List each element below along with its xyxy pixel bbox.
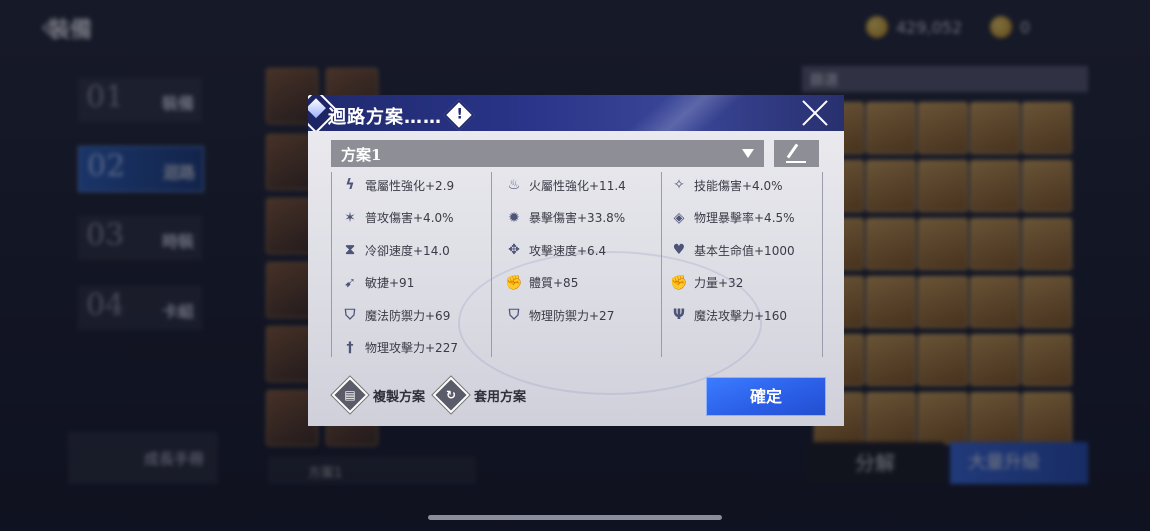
stat-text: 攻擊速度+6.4	[529, 243, 607, 258]
copy-icon: ▤	[331, 376, 369, 414]
magic-attack-icon: Ψ	[673, 307, 685, 323]
stat-text: 技能傷害+4.0%	[694, 178, 783, 193]
stat-item: ⧗ 冷卻速度+14.0	[341, 240, 450, 260]
stat-text: 普攻傷害+4.0%	[365, 211, 454, 225]
stat-item: ✧ 技能傷害+4.0%	[670, 175, 783, 195]
fire-icon: ♨	[507, 177, 521, 193]
copy-plan-label: 複製方案	[373, 389, 426, 405]
stat-item: ✊ 體質+85	[505, 273, 578, 293]
dialog-header: 迴路方案…… !	[308, 95, 844, 131]
stat-item: ⛉ 魔法防禦力+69	[341, 305, 451, 325]
stat-text: 物理攻擊力+227	[365, 341, 458, 355]
plan-select-value: 方案1	[341, 146, 382, 164]
lightning-icon: ϟ	[345, 177, 355, 193]
stat-text: 體質+85	[529, 276, 579, 290]
stat-text: 冷卻速度+14.0	[365, 243, 450, 258]
hourglass-icon: ⧗	[345, 242, 355, 258]
vitality-icon: ✊	[505, 274, 523, 291]
physical-attack-icon: †	[346, 339, 354, 356]
stat-item: ✶ 普攻傷害+4.0%	[341, 208, 454, 228]
stat-text: 基本生命值+1000	[694, 243, 795, 258]
stat-item: † 物理攻擊力+227	[341, 338, 458, 358]
physical-defense-icon: ⛉	[508, 307, 520, 323]
stat-text: 電屬性強化+2.9	[365, 178, 455, 193]
copy-plan-button[interactable]: ▤ 複製方案	[331, 376, 426, 414]
stat-text: 魔法攻擊力+160	[694, 308, 787, 323]
stat-text: 火屬性強化+11.4	[529, 178, 626, 193]
column-divider	[661, 172, 662, 357]
stat-item: ⛉ 物理防禦力+27	[505, 305, 615, 325]
chevron-down-icon	[742, 149, 754, 158]
apply-plan-label: 套用方案	[474, 389, 527, 405]
plan-select[interactable]: 方案1	[331, 140, 764, 167]
normal-attack-icon: ✶	[344, 209, 356, 226]
stat-item: ➹ 敏捷+91	[341, 273, 414, 293]
stat-item: ◈ 物理暴擊率+4.5%	[670, 208, 795, 228]
stat-text: 魔法防禦力+69	[365, 308, 451, 323]
stat-text: 暴擊傷害+33.8%	[529, 211, 626, 225]
column-divider	[331, 172, 332, 357]
rename-plan-button[interactable]	[774, 140, 819, 167]
stat-text: 敏捷+91	[365, 276, 415, 290]
apply-plan-button[interactable]: ↻ 套用方案	[432, 376, 527, 414]
stat-text: 物理暴擊率+4.5%	[694, 211, 795, 225]
home-indicator	[428, 515, 722, 520]
attack-speed-icon: ✥	[508, 242, 520, 258]
stat-item: ✊ 力量+32	[670, 273, 743, 293]
heart-icon: ♥	[672, 242, 686, 258]
stat-item: ♥ 基本生命值+1000	[670, 240, 795, 260]
strength-icon: ✊	[670, 274, 688, 291]
stat-item: ϟ 電屬性強化+2.9	[341, 175, 454, 195]
column-divider	[822, 172, 823, 357]
stat-item: ♨ 火屬性強化+11.4	[505, 175, 626, 195]
crit-damage-icon: ✹	[508, 209, 520, 226]
column-divider	[491, 172, 492, 357]
apply-icon: ↻	[432, 376, 470, 414]
magic-defense-icon: ⛉	[344, 307, 356, 323]
pencil-icon	[786, 143, 799, 159]
info-warning-icon[interactable]: !	[443, 99, 475, 131]
stats-panel: ϟ 電屬性強化+2.9 ♨ 火屬性強化+11.4 ✧ 技能傷害+4.0% ✶ 普攻傷害+4.0…	[331, 172, 823, 369]
stat-text: 力量+32	[694, 276, 744, 290]
agility-icon: ➹	[344, 274, 356, 291]
stat-item: ✹ 暴擊傷害+33.8%	[505, 208, 625, 228]
stat-text: 物理防禦力+27	[529, 308, 615, 323]
stat-item: ✥ 攻擊速度+6.4	[505, 240, 606, 260]
close-icon[interactable]	[800, 98, 830, 128]
dialog-title: 迴路方案……	[328, 107, 442, 128]
physical-crit-rate-icon: ◈	[673, 209, 685, 226]
stat-item: Ψ 魔法攻擊力+160	[670, 305, 787, 325]
skill-damage-icon: ✧	[673, 177, 685, 193]
confirm-button[interactable]: 確定	[706, 377, 826, 416]
